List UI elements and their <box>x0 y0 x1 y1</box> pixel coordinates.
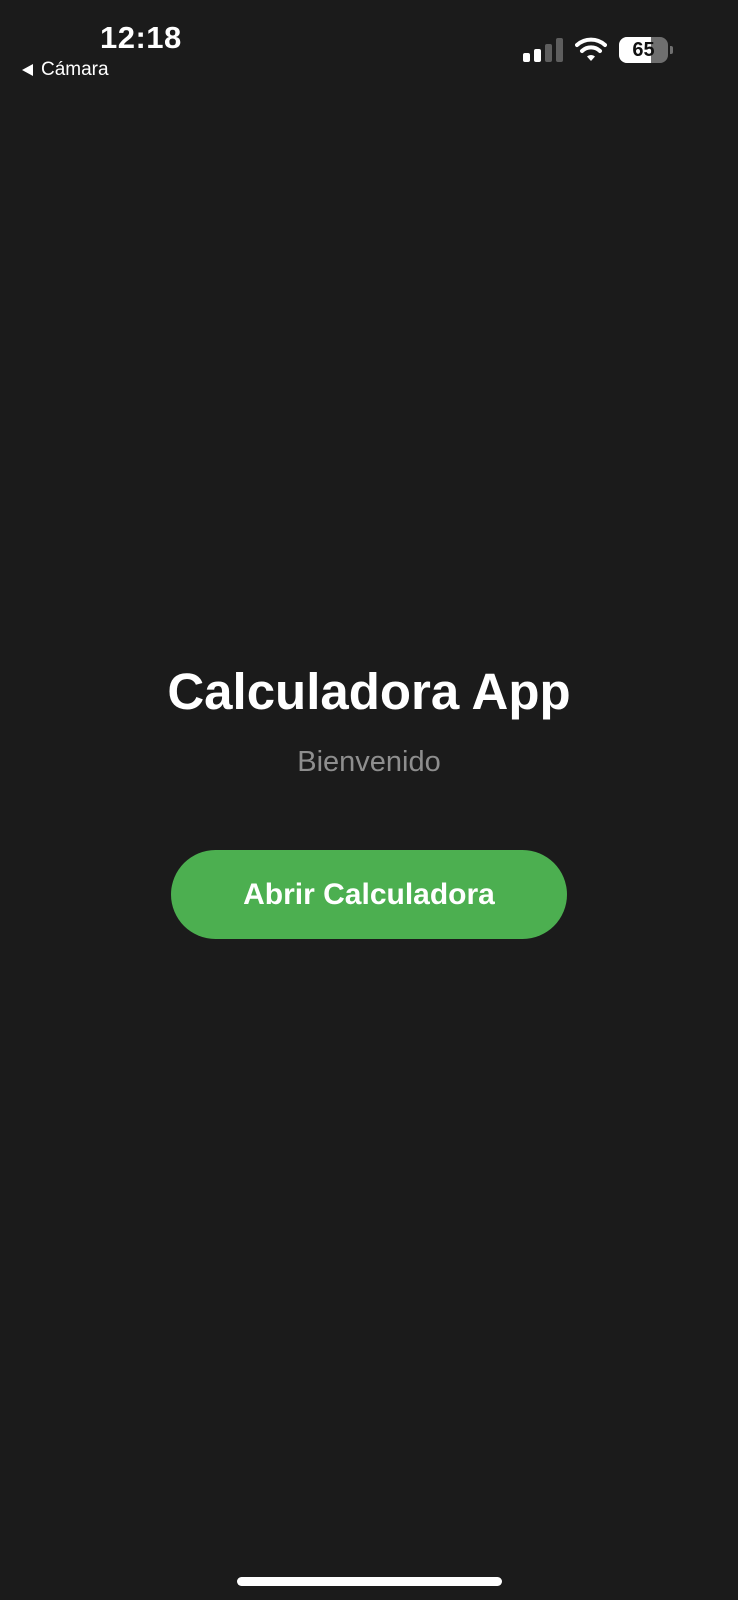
wifi-icon <box>575 37 607 61</box>
open-calculator-button[interactable]: Abrir Calculadora <box>171 850 567 939</box>
battery-percentage: 65 <box>632 39 655 61</box>
welcome-subtitle: Bienvenido <box>297 746 441 778</box>
back-to-camera-link[interactable]: Cámara <box>22 59 109 81</box>
signal-bar-3 <box>545 44 552 62</box>
signal-bar-4 <box>556 38 563 62</box>
signal-bar-2 <box>534 49 541 62</box>
cellular-signal-icon <box>523 38 563 62</box>
back-link-label: Cámara <box>41 59 109 80</box>
app-title: Calculadora App <box>167 663 571 720</box>
home-indicator[interactable] <box>237 1577 502 1586</box>
battery-cap <box>670 46 673 54</box>
status-bar: 12:18 Cámara 65 <box>0 0 738 90</box>
signal-bar-1 <box>523 53 530 62</box>
status-time: 12:18 <box>100 20 182 55</box>
battery-icon: 65 <box>619 37 674 63</box>
battery-body: 65 <box>619 37 668 63</box>
back-arrow-icon <box>22 64 33 76</box>
